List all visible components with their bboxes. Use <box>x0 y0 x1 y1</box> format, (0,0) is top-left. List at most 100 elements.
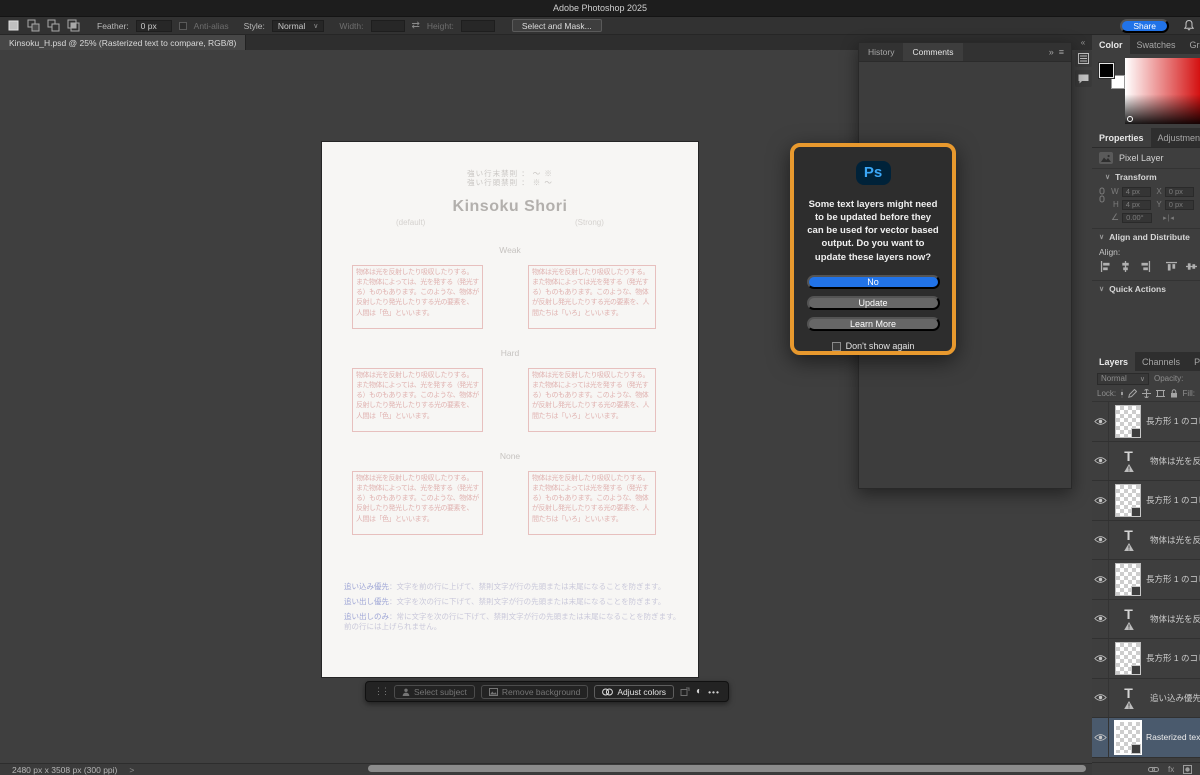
tab-gradients[interactable]: Gradients <box>1183 35 1200 54</box>
height-input[interactable] <box>461 20 495 32</box>
remove-background-button[interactable]: Remove background <box>481 685 588 699</box>
rotate-angle-input[interactable]: 0.00° <box>1122 213 1152 223</box>
lock-transparent-pixels-icon[interactable] <box>1121 389 1122 398</box>
transform-y-input[interactable]: 0 px <box>1165 200 1194 210</box>
tab-adjustments[interactable]: Adjustments <box>1151 128 1200 147</box>
adjust-colors-button[interactable]: Adjust colors <box>594 685 674 699</box>
flip-icons[interactable]: ▸|◂ <box>1163 214 1175 222</box>
subtract-from-selection-icon[interactable] <box>46 19 60 33</box>
layer-visibility-eye-icon[interactable] <box>1092 402 1109 441</box>
layer-row[interactable]: T物体は光を反射し... <box>1092 521 1200 561</box>
lock-artboard-icon[interactable] <box>1156 389 1165 398</box>
width-input[interactable] <box>371 20 405 32</box>
swap-width-height-icon[interactable]: ⇄ <box>412 20 420 31</box>
comments-panel-icon[interactable] <box>1075 70 1092 87</box>
text-layer-thumbnail[interactable]: T <box>1112 529 1145 551</box>
color-picker-field[interactable] <box>1125 58 1200 124</box>
transform-width-input[interactable]: 4 px <box>1122 187 1151 197</box>
layer-row[interactable]: 長方形 1 のコピー... <box>1092 560 1200 600</box>
tab-properties[interactable]: Properties <box>1092 128 1151 147</box>
layer-thumbnail[interactable] <box>1115 721 1141 754</box>
drag-handle-icon[interactable]: ⋮⋮ <box>374 686 388 697</box>
quick-actions-header[interactable]: ∨ Quick Actions <box>1092 281 1200 297</box>
text-layer-thumbnail[interactable]: T <box>1112 687 1145 709</box>
anti-alias-checkbox[interactable] <box>179 22 187 30</box>
tab-swatches[interactable]: Swatches <box>1130 35 1183 54</box>
tab-layers[interactable]: Layers <box>1092 352 1135 371</box>
lock-image-pixels-icon[interactable] <box>1128 389 1137 398</box>
tab-color[interactable]: Color <box>1092 35 1130 54</box>
transform-section-header[interactable]: ∨ Transform <box>1098 169 1194 185</box>
collapse-panels-icon[interactable]: « <box>1081 38 1085 47</box>
layer-mask-icon[interactable] <box>1183 765 1192 774</box>
text-layer-thumbnail[interactable]: T <box>1112 608 1145 630</box>
update-button[interactable]: Update <box>807 296 940 310</box>
layer-effects-icon[interactable]: fx <box>1168 765 1174 774</box>
tab-channels[interactable]: Channels <box>1135 352 1187 371</box>
layer-visibility-eye-icon[interactable] <box>1092 600 1109 639</box>
layer-visibility-eye-icon[interactable] <box>1092 718 1109 757</box>
expand-panel-icon[interactable]: » <box>1049 47 1054 57</box>
align-left-icon[interactable] <box>1100 261 1111 272</box>
tab-history[interactable]: History <box>859 43 903 61</box>
horizontal-scrollbar[interactable] <box>368 765 1086 772</box>
align-section-header[interactable]: ∨ Align and Distribute <box>1092 229 1200 245</box>
layer-row[interactable]: T追い込み優先：... <box>1092 679 1200 719</box>
select-and-mask-button[interactable]: Select and Mask... <box>512 19 602 32</box>
text-layer-thumbnail[interactable]: T <box>1112 450 1145 472</box>
layer-row[interactable]: 長方形 1 のコピー... <box>1092 639 1200 679</box>
layer-thumbnail[interactable] <box>1115 642 1141 675</box>
layer-row[interactable]: T物体は光を反射し... <box>1092 600 1200 640</box>
layer-row[interactable]: Rasterized text to <box>1092 718 1200 758</box>
layer-row[interactable]: 長方形 1 のコピー... <box>1092 481 1200 521</box>
more-options-icon[interactable]: ••• <box>708 687 720 697</box>
intersect-selection-icon[interactable] <box>66 19 80 33</box>
layer-visibility-eye-icon[interactable] <box>1092 679 1109 718</box>
tab-comments[interactable]: Comments <box>903 43 962 61</box>
document-tab[interactable]: Kinsoku_H.psd @ 25% (Rasterized text to … <box>0 35 246 50</box>
layer-row[interactable]: T物体は光を反射し... <box>1092 442 1200 482</box>
lock-all-icon[interactable] <box>1170 389 1178 398</box>
align-right-icon[interactable] <box>1140 261 1151 272</box>
panel-menu-icon[interactable]: ≡ <box>1059 47 1064 57</box>
history-panel-icon[interactable] <box>1075 50 1092 67</box>
foreground-background-swatches[interactable] <box>1099 63 1125 89</box>
align-top-icon[interactable] <box>1166 261 1177 272</box>
link-layers-icon[interactable] <box>1148 766 1159 773</box>
select-subject-button[interactable]: Select subject <box>394 685 475 699</box>
bell-icon[interactable] <box>1184 20 1194 31</box>
dont-show-again-checkbox[interactable] <box>832 342 841 351</box>
section-heading: None <box>322 451 698 461</box>
layer-visibility-eye-icon[interactable] <box>1092 639 1109 678</box>
feather-input[interactable]: 0 px <box>136 20 172 32</box>
blend-mode-dropdown[interactable]: Normal ∨ <box>1097 373 1149 385</box>
warning-icon <box>1124 700 1134 709</box>
transform-x-input[interactable]: 0 px <box>1165 187 1194 197</box>
adjustment-icon[interactable]: ◐ <box>696 686 702 697</box>
layer-visibility-eye-icon[interactable] <box>1092 442 1109 481</box>
style-dropdown[interactable]: Normal ∨ <box>272 20 325 32</box>
color-picker-cursor[interactable] <box>1127 116 1133 122</box>
align-middle-vertical-icon[interactable] <box>1186 261 1197 272</box>
foreground-color-swatch[interactable] <box>1099 63 1114 78</box>
document-canvas[interactable]: 強い行末禁則 ： 〜 ※ 強い行頭禁則 ： ※ 〜 Kinsoku Shori … <box>322 142 698 677</box>
add-to-selection-icon[interactable] <box>26 19 40 33</box>
learn-more-button[interactable]: Learn More <box>807 317 940 331</box>
layer-thumbnail[interactable] <box>1115 405 1141 438</box>
tab-paths[interactable]: Paths <box>1187 352 1200 371</box>
new-selection-icon[interactable] <box>6 19 20 33</box>
layer-visibility-eye-icon[interactable] <box>1092 481 1109 520</box>
lock-position-icon[interactable] <box>1142 389 1151 398</box>
align-center-horizontal-icon[interactable] <box>1120 261 1131 272</box>
transform-height-input[interactable]: 4 px <box>1122 200 1151 210</box>
layer-thumbnail[interactable] <box>1115 484 1141 517</box>
layer-visibility-eye-icon[interactable] <box>1092 521 1109 560</box>
share-button[interactable]: Share <box>1120 19 1169 33</box>
layer-visibility-eye-icon[interactable] <box>1092 560 1109 599</box>
layer-row[interactable]: 長方形 1 のコピー 2 <box>1092 402 1200 442</box>
link-dimensions-icon[interactable] <box>1099 187 1105 203</box>
no-button[interactable]: No <box>807 275 940 289</box>
status-chevron-icon[interactable]: > <box>129 765 134 775</box>
layer-thumbnail[interactable] <box>1115 563 1141 596</box>
transform-icon[interactable] <box>680 687 690 697</box>
